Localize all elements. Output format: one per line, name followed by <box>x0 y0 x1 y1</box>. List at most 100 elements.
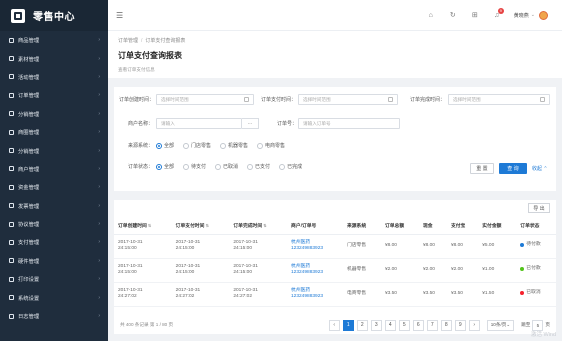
sidebar-item[interactable]: 分销管理 › <box>0 141 108 159</box>
chevron-right-icon: › <box>98 276 100 283</box>
source-radio-option[interactable]: 全部 <box>156 142 174 149</box>
column-header[interactable]: 订单创建时间 ⇅ <box>114 218 172 235</box>
sidebar-item[interactable]: 协议管理 › <box>0 215 108 233</box>
status-radio-option[interactable]: 已取消 <box>215 163 238 170</box>
cell-source: 机器零售 <box>342 258 381 283</box>
source-radio-option[interactable]: 电商零售 <box>257 142 285 149</box>
collapse-link[interactable]: 收起 ⌃ <box>532 165 548 172</box>
sidebar-item[interactable]: 发票管理 › <box>0 197 108 215</box>
main-content: 订单管理 / 订单支付查询报表 订单支付查询报表 查看订单支付信息 订单创建时间： … <box>108 31 562 341</box>
sidebar-item[interactable]: 商品管理 › <box>0 31 108 49</box>
chevron-right-icon: › <box>98 165 100 172</box>
user-menu[interactable]: 黄晓燕 ⌄ <box>514 10 548 20</box>
cell-total: ¥3.50 <box>380 282 419 307</box>
radio-label: 电商零售 <box>265 143 286 149</box>
column-header-label: 商户/订单号 <box>291 224 317 230</box>
bell-icon[interactable]: ♫ 9 <box>486 7 508 19</box>
create-time-range-input[interactable]: 选择时间范围 <box>156 94 254 105</box>
cell-alipay: ¥3.50 <box>446 282 479 307</box>
next-page-button[interactable]: › <box>468 319 480 331</box>
order-no-input[interactable]: 请输入订单号 <box>298 118 400 129</box>
jump-input[interactable]: 5 <box>532 319 544 331</box>
cell-status: 待付款 <box>516 234 556 259</box>
merchant-picker-button[interactable]: ··· <box>242 118 259 129</box>
page-button[interactable]: 6 <box>412 319 424 331</box>
chevron-down-icon: ⌄ <box>506 322 511 327</box>
collapse-label: 收起 <box>532 166 543 172</box>
page-button[interactable]: 5 <box>398 319 410 331</box>
page-size-value: 10条/页 <box>490 322 507 327</box>
apps-grid-icon[interactable]: ⊞ <box>464 11 486 19</box>
sidebar-item[interactable]: 素材管理 › <box>0 49 108 67</box>
sidebar-item[interactable]: 系统设置 › <box>0 288 108 306</box>
refresh-icon[interactable]: ↻ <box>442 11 464 19</box>
page-button[interactable]: 3 <box>370 319 382 331</box>
sidebar-item[interactable]: 分销管理 › <box>0 105 108 123</box>
sidebar-item[interactable]: 硬件管理 › <box>0 252 108 270</box>
column-header-label: 来源系统 <box>346 224 367 230</box>
status-radio-option[interactable]: 已完成 <box>279 163 302 170</box>
source-radio-option[interactable]: 门店零售 <box>183 142 211 149</box>
breadcrumb-parent[interactable]: 订单管理 <box>118 38 138 44</box>
time-text: 24:15:00 <box>118 270 137 275</box>
sidebar-item-label: 素材管理 <box>18 56 40 63</box>
source-radio-option[interactable]: 机器零售 <box>220 142 248 149</box>
page-unit: 页 <box>545 322 550 327</box>
filter-panel: 订单创建时间： 选择时间范围 订单支付时间： 选择时间范围 订单完成时间： 选择… <box>114 87 556 191</box>
sidebar-item[interactable]: 商圈管理 › <box>0 123 108 141</box>
search-button[interactable]: 查 询 <box>499 163 527 174</box>
share-icon <box>9 148 14 154</box>
grid-icon <box>9 129 14 135</box>
home-icon[interactable]: ⌂ <box>420 12 442 19</box>
page-list: ‹ 1 2 3 4 5 6 7 8 9 › 10条/页 ⌄ 跳至 5 页 <box>328 319 550 331</box>
order-no-link[interactable]: 123249883923 <box>291 246 339 253</box>
status-text: 待付款 <box>526 241 541 247</box>
finish-time-range-input[interactable]: 选择时间范围 <box>448 94 550 105</box>
column-header: 订单状态 <box>516 218 556 235</box>
finish-time-label: 订单完成时间： <box>410 97 446 103</box>
page-button[interactable]: 8 <box>440 319 452 331</box>
status-radio-option[interactable]: 待支付 <box>183 163 206 170</box>
avatar <box>539 10 548 20</box>
status-badge: 已付款 <box>520 266 541 273</box>
export-button[interactable]: 导 出 <box>528 203 550 213</box>
page-header: 订单管理 / 订单支付查询报表 订单支付查询报表 查看订单支付信息 <box>108 31 562 78</box>
cell-cash: ¥8.00 <box>418 234 447 259</box>
chevron-right-icon: › <box>98 221 100 228</box>
sidebar-item[interactable]: 商户管理 › <box>0 160 108 178</box>
sidebar-item[interactable]: 打印设置 › <box>0 270 108 288</box>
cell-status: 已取消 <box>516 282 556 307</box>
column-header[interactable]: 订单完成时间 ⇅ <box>229 218 288 235</box>
status-radio-group: 全部 待支付 已取消 已支付 已完成 <box>156 163 311 170</box>
page-button[interactable]: 4 <box>384 319 396 331</box>
merchant-input[interactable]: 请输入 <box>156 118 242 129</box>
status-radio-option[interactable]: 已支付 <box>247 163 270 170</box>
status-radio-option[interactable]: 全部 <box>156 163 174 170</box>
page-size-select[interactable]: 10条/页 ⌄ <box>486 319 515 331</box>
column-header-label: 订单完成时间 <box>233 224 263 230</box>
page-button[interactable]: 2 <box>356 319 368 331</box>
reset-button[interactable]: 重 置 <box>470 163 494 174</box>
log-icon <box>9 313 14 319</box>
sidebar-item[interactable]: 资金管理 › <box>0 178 108 196</box>
order-no-link[interactable]: 123249883923 <box>291 270 339 277</box>
page-button[interactable]: 7 <box>426 319 438 331</box>
cell-finished-time: 2017-10-31 24:27:02 <box>229 282 288 307</box>
page-button[interactable]: 1 <box>342 319 354 331</box>
sidebar-item[interactable]: 日志管理 › <box>0 307 108 325</box>
sidebar-item[interactable]: 支付管理 › <box>0 233 108 251</box>
pay-time-range-input[interactable]: 选择时间范围 <box>298 94 398 105</box>
order-no-link[interactable]: 123249883923 <box>291 294 339 301</box>
sidebar-item[interactable]: 订单管理 › <box>0 86 108 104</box>
sidebar-item-label: 订单管理 <box>18 93 40 100</box>
sidebar-nav: 商品管理 › 素材管理 › 活动管理 › 订单管理 › 分销管理 › 商圈管理 › 分销管理 › 商户管理 ›… <box>0 31 108 325</box>
column-header[interactable]: 订单支付时间 ⇅ <box>171 218 230 235</box>
page-button[interactable]: 9 <box>454 319 466 331</box>
prev-page-button[interactable]: ‹ <box>328 319 340 331</box>
menu-toggle-icon[interactable]: ☰ <box>116 11 123 20</box>
sidebar-item-label: 支付管理 <box>18 240 40 247</box>
table-body: 2017-10-31 24:15:00 2017-10-31 24:15:00 2017… <box>114 234 556 307</box>
sidebar-item-label: 打印设置 <box>18 277 40 284</box>
top-bar: ☰ ⌂ ↻ ⊞ ♫ 9 黄晓燕 ⌄ <box>108 0 562 31</box>
sidebar-item[interactable]: 活动管理 › <box>0 68 108 86</box>
